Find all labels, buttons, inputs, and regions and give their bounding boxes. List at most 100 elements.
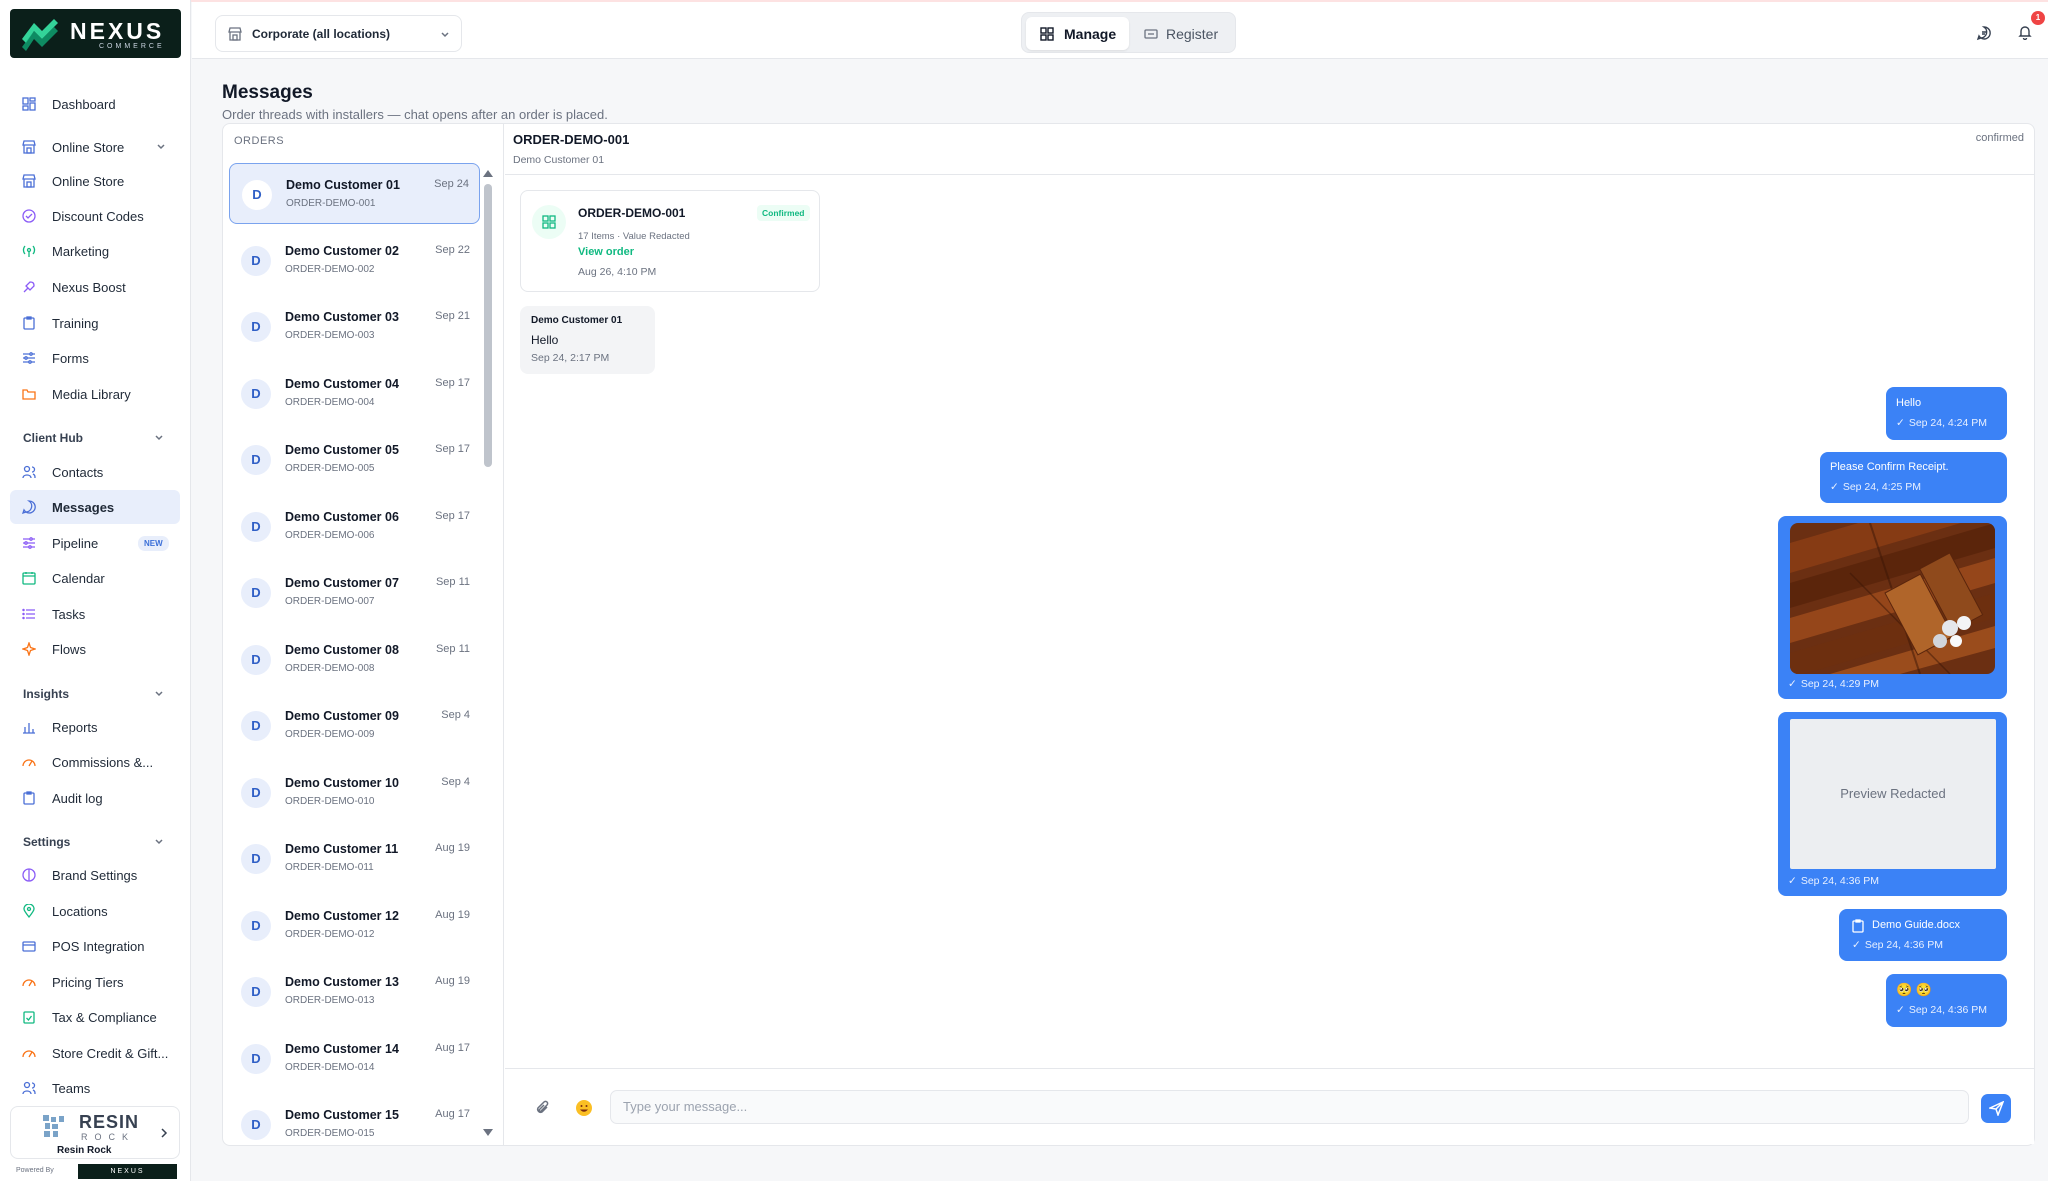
sidebar-item-nexus-boost[interactable]: Nexus Boost: [10, 270, 180, 304]
check-icon: ✓: [1788, 678, 1797, 690]
avatar: D: [241, 645, 271, 675]
users-icon: [22, 1081, 36, 1095]
paperclip-icon[interactable]: [534, 1099, 552, 1117]
chat-support-icon[interactable]: [1976, 25, 1992, 41]
tab-register[interactable]: Register: [1133, 17, 1233, 50]
order-thread-item[interactable]: D Demo Customer 07 ORDER-DEMO-007 Sep 11: [229, 562, 480, 623]
avatar: D: [241, 578, 271, 608]
scrollbar-thumb[interactable]: [484, 184, 492, 467]
message-input[interactable]: Type your message...: [610, 1090, 1969, 1124]
sidebar-item-calendar[interactable]: Calendar: [10, 561, 180, 595]
order-thread-item[interactable]: D Demo Customer 14 ORDER-DEMO-014 Aug 17: [229, 1028, 480, 1089]
sidebar-item-training[interactable]: Training: [10, 306, 180, 340]
order-thread-item[interactable]: D Demo Customer 09 ORDER-DEMO-009 Sep 4: [229, 695, 480, 756]
order-thread-item[interactable]: D Demo Customer 06 ORDER-DEMO-006 Sep 17: [229, 496, 480, 557]
order-thread-item[interactable]: D Demo Customer 04 ORDER-DEMO-004 Sep 17: [229, 363, 480, 424]
gauge-icon: [22, 759, 36, 767]
sidebar-item-store-credit[interactable]: Store Credit & Gift...: [10, 1036, 180, 1070]
thread-customer-name: Demo Customer 03: [285, 310, 399, 324]
sidebar-item-media-library[interactable]: Media Library: [10, 377, 180, 411]
sidebar-item-marketing[interactable]: Marketing: [10, 234, 180, 268]
order-thread-item[interactable]: D Demo Customer 10 ORDER-DEMO-010 Sep 4: [229, 762, 480, 823]
sidebar-item-dashboard[interactable]: Dashboard: [10, 87, 180, 121]
sidebar-item-locations[interactable]: Locations: [10, 894, 180, 928]
order-thread-item[interactable]: D Demo Customer 08 ORDER-DEMO-008 Sep 11: [229, 629, 480, 690]
sidebar-item-pos-integration[interactable]: POS Integration: [10, 929, 180, 963]
sliders-icon: [23, 352, 35, 364]
orders-heading: ORDERS: [234, 135, 285, 147]
notification-count-badge: 1: [2031, 11, 2045, 25]
thread-date: Sep 21: [435, 310, 470, 322]
scroll-down-arrow-icon[interactable]: [482, 1128, 494, 1138]
list-icon: [22, 608, 35, 620]
order-thread-item[interactable]: D Demo Customer 01 ORDER-DEMO-001 Sep 24: [229, 163, 480, 224]
sidebar-item-tasks[interactable]: Tasks: [10, 597, 180, 631]
order-thread-item[interactable]: D Demo Customer 13 ORDER-DEMO-013 Aug 19: [229, 961, 480, 1022]
emoji-icon[interactable]: [575, 1099, 593, 1117]
sidebar-item-discount-codes[interactable]: Discount Codes: [10, 199, 180, 233]
sidebar-item-label: Flows: [52, 642, 86, 657]
sidebar-item-pricing-tiers[interactable]: Pricing Tiers: [10, 965, 180, 999]
sidebar-item-online-store[interactable]: Online Store: [10, 164, 180, 198]
attached-photo[interactable]: [1790, 523, 1995, 674]
section-client-hub[interactable]: Client Hub: [23, 431, 163, 445]
outgoing-file-message[interactable]: Demo Guide.docx ✓ Sep 24, 4:36 PM: [1839, 909, 2007, 961]
account-name: Resin Rock: [57, 1145, 112, 1156]
sidebar-item-reports[interactable]: Reports: [10, 710, 180, 744]
link-preview[interactable]: Preview Redacted: [1790, 719, 1996, 869]
sidebar-item-teams[interactable]: Teams: [10, 1071, 180, 1105]
sidebar-item-messages[interactable]: Messages: [10, 490, 180, 524]
thread-order-id: ORDER-DEMO-015: [285, 1128, 375, 1139]
sidebar-item-label: Calendar: [52, 571, 105, 586]
location-select[interactable]: Corporate (all locations): [215, 15, 462, 52]
sidebar-item-label: Locations: [52, 904, 108, 919]
scroll-up-arrow-icon[interactable]: [482, 168, 494, 178]
sidebar-item-audit-log[interactable]: Audit log: [10, 781, 180, 815]
order-thread-item[interactable]: D Demo Customer 15 ORDER-DEMO-015 Aug 17: [229, 1094, 480, 1155]
thread-order-id: ORDER-DEMO-007: [285, 596, 375, 607]
avatar: D: [241, 844, 271, 874]
thread-customer-name: Demo Customer 06: [285, 510, 399, 524]
thread-order-id: ORDER-DEMO-014: [285, 1062, 375, 1073]
section-insights[interactable]: Insights: [23, 687, 163, 701]
new-badge: NEW: [138, 536, 169, 551]
sidebar-item-pipeline[interactable]: Pipeline NEW: [10, 526, 180, 560]
brand-logo[interactable]: NEXUS COMMERCE: [10, 9, 181, 58]
message-time: ✓ Sep 24, 4:36 PM: [1852, 939, 1943, 951]
sidebar-item-brand-settings[interactable]: Brand Settings: [10, 858, 180, 892]
avatar: D: [242, 180, 272, 210]
tab-manage[interactable]: Manage: [1026, 17, 1129, 50]
sidebar-item-forms[interactable]: Forms: [10, 341, 180, 375]
order-thread-item[interactable]: D Demo Customer 12 ORDER-DEMO-012 Aug 19: [229, 895, 480, 956]
order-thread-item[interactable]: D Demo Customer 02 ORDER-DEMO-002 Sep 22: [229, 230, 480, 291]
clipboard-icon: [23, 316, 35, 330]
message-time-text: Sep 24, 4:36 PM: [1864, 939, 1944, 951]
thread-order-id: ORDER-DEMO-003: [285, 330, 375, 341]
section-settings[interactable]: Settings: [23, 835, 163, 849]
discount-icon: [22, 209, 36, 223]
send-button[interactable]: [1981, 1094, 2011, 1123]
view-order-link[interactable]: View order: [578, 246, 634, 258]
bell-icon[interactable]: [2017, 24, 2033, 40]
outgoing-message: 🥺 🥺 ✓ Sep 24, 4:36 PM: [1886, 974, 2007, 1027]
sidebar-item-commissions[interactable]: Commissions &...: [10, 745, 180, 779]
sidebar-item-label: Online Store: [52, 140, 125, 155]
chat-order-id: ORDER-DEMO-001: [513, 132, 630, 147]
chevron-down-icon: [155, 435, 163, 441]
thread-date: Aug 19: [435, 909, 470, 921]
sidebar-item-label: Dashboard: [52, 97, 116, 112]
sidebar-item-flows[interactable]: Flows: [10, 632, 180, 666]
sidebar-item-tax-compliance[interactable]: Tax & Compliance: [10, 1000, 180, 1034]
order-thread-item[interactable]: D Demo Customer 11 ORDER-DEMO-011 Aug 19: [229, 828, 480, 889]
message-time: ✓ Sep 24, 4:24 PM: [1896, 417, 1987, 429]
order-thread-item[interactable]: D Demo Customer 05 ORDER-DEMO-005 Sep 17: [229, 429, 480, 490]
sidebar-item-label: Discount Codes: [52, 209, 144, 224]
sidebar-group-online-store[interactable]: Online Store: [10, 130, 180, 164]
sidebar-item-label: Messages: [52, 500, 115, 515]
palette-icon: [22, 868, 36, 882]
account-switcher[interactable]: RESIN ROCK Resin Rock: [10, 1106, 180, 1159]
check-icon: ✓: [1896, 417, 1905, 429]
sidebar-item-contacts[interactable]: Contacts: [10, 455, 180, 489]
order-thread-item[interactable]: D Demo Customer 03 ORDER-DEMO-003 Sep 21: [229, 296, 480, 357]
chat-customer-name: Demo Customer 01: [513, 154, 605, 166]
